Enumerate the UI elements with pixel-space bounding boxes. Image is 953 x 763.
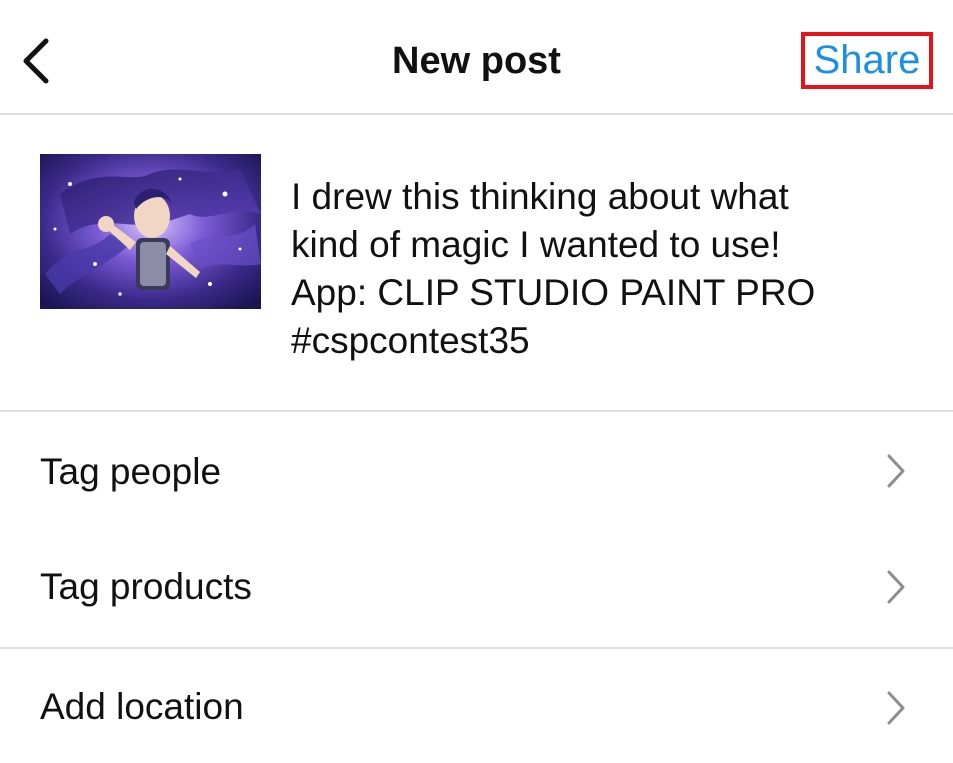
compose-section: I drew this thinking about what kind of …: [0, 115, 953, 412]
chevron-right-icon: [887, 691, 905, 725]
caption-line: App: CLIP STUDIO PAINT PRO: [291, 272, 816, 313]
chevron-right-icon: [887, 570, 905, 604]
tag-products-label: Tag products: [40, 566, 252, 607]
caption-line: I drew this thinking about what: [291, 176, 789, 217]
header-bar: New post Share: [0, 0, 953, 115]
chevron-right-icon: [887, 454, 905, 488]
caption-text[interactable]: I drew this thinking about what kind of …: [291, 173, 931, 365]
share-button[interactable]: Share: [801, 32, 933, 89]
add-location-row[interactable]: Add location: [0, 649, 953, 763]
add-location-label: Add location: [40, 686, 244, 727]
tag-people-label: Tag people: [40, 451, 222, 492]
thumbnail-image: [40, 154, 261, 309]
tag-products-row[interactable]: Tag products: [0, 530, 953, 647]
tag-people-row[interactable]: Tag people: [0, 412, 953, 530]
post-thumbnail[interactable]: [40, 154, 261, 309]
caption-line: #cspcontest35: [291, 320, 530, 361]
caption-line: kind of magic I wanted to use!: [291, 224, 781, 265]
